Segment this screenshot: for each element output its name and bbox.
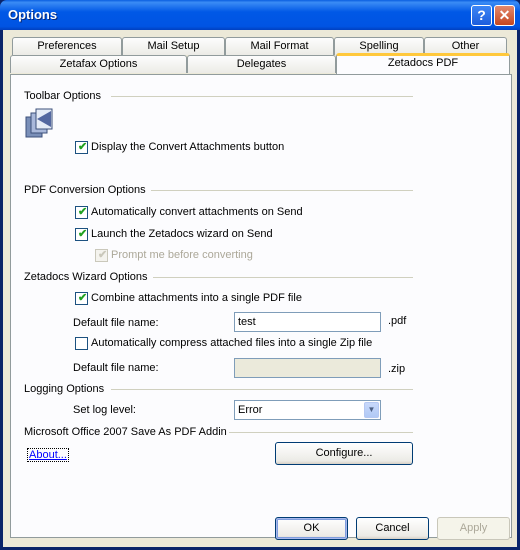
log-level-value: Error [238, 404, 263, 416]
tab-zetadocs-pdf[interactable]: Zetadocs PDF [336, 53, 510, 74]
zip-extension: .zip [388, 363, 406, 375]
help-button[interactable]: ? [471, 5, 492, 26]
logging-options-heading: Logging Options [24, 383, 105, 395]
pdf-extension: .pdf [388, 315, 407, 327]
chevron-down-icon[interactable]: ▼ [364, 402, 379, 418]
office-addin-divider [229, 432, 413, 433]
title-bar[interactable]: Options ? ✕ [0, 0, 520, 30]
tab-mail-format[interactable]: Mail Format [225, 37, 334, 55]
logging-options-divider [111, 389, 413, 390]
display-convert-checkbox[interactable]: ✔ [75, 141, 88, 154]
zetadocs-convert-icon [23, 107, 55, 139]
log-level-select[interactable]: Error ▼ [234, 400, 381, 420]
tab-delegates[interactable]: Delegates [187, 55, 336, 73]
tab-zetafax-options[interactable]: Zetafax Options [10, 55, 187, 73]
combine-checkbox[interactable]: ✔ [75, 292, 88, 305]
office-addin-heading: Microsoft Office 2007 Save As PDF Addin [24, 426, 227, 438]
options-window: Options ? ✕ Preferences Mail Setup Mail … [0, 0, 520, 550]
window-title: Options [8, 7, 58, 22]
tab-mail-setup[interactable]: Mail Setup [122, 37, 225, 55]
ok-button[interactable]: OK [275, 517, 348, 540]
prompt-before-label: Prompt me before converting [111, 249, 253, 261]
auto-convert-label: Automatically convert attachments on Sen… [91, 206, 303, 218]
close-button[interactable]: ✕ [494, 5, 515, 26]
default-file-name-label: Default file name: [73, 317, 159, 329]
combine-label: Combine attachments into a single PDF fi… [91, 292, 302, 304]
prompt-before-checkbox[interactable]: ✔ [95, 249, 108, 262]
compress-label: Automatically compress attached files in… [91, 337, 373, 349]
tab-preferences[interactable]: Preferences [12, 37, 122, 55]
zip-file-name-input[interactable] [234, 358, 381, 378]
toolbar-options-divider [111, 96, 413, 97]
launch-wizard-checkbox[interactable]: ✔ [75, 228, 88, 241]
launch-wizard-label: Launch the Zetadocs wizard on Send [91, 228, 273, 240]
pdf-conversion-divider [151, 190, 413, 191]
pdf-conversion-heading: PDF Conversion Options [24, 184, 146, 196]
apply-button[interactable]: Apply [437, 517, 510, 540]
dialog-body: Preferences Mail Setup Mail Format Spell… [3, 30, 517, 547]
wizard-options-heading: Zetadocs Wizard Options [24, 271, 148, 283]
default-file-name-input[interactable]: test [234, 312, 381, 332]
about-link[interactable]: About... [27, 448, 69, 462]
tab-panel: Toolbar Options ✔ Display the Convert At… [10, 74, 512, 538]
log-level-label: Set log level: [73, 404, 136, 416]
configure-button[interactable]: Configure... [275, 442, 413, 465]
cancel-button[interactable]: Cancel [356, 517, 429, 540]
auto-convert-checkbox[interactable]: ✔ [75, 206, 88, 219]
wizard-options-divider [153, 277, 413, 278]
zip-file-name-label: Default file name: [73, 362, 159, 374]
compress-checkbox[interactable] [75, 337, 88, 350]
toolbar-options-heading: Toolbar Options [24, 90, 102, 102]
display-convert-label: Display the Convert Attachments button [91, 141, 285, 153]
